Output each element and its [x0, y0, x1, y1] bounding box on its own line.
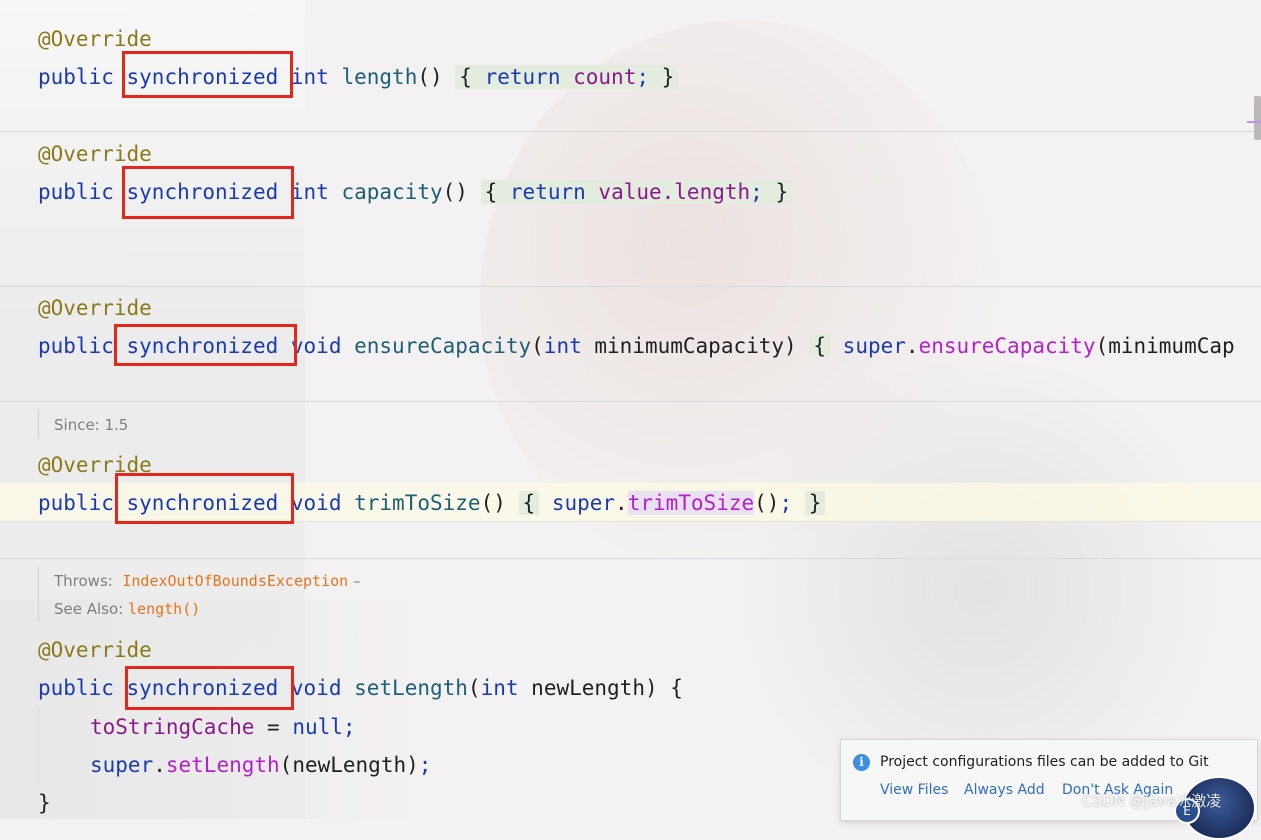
scrollbar-marker: [1247, 121, 1261, 123]
always-add-link[interactable]: Always Add: [964, 782, 1045, 798]
highlight-box-synchronized: [115, 473, 294, 524]
doc-throws: Throws: IndexOutOfBoundsException –: [54, 572, 361, 590]
info-icon: i: [853, 754, 870, 771]
doc-see-also: See Also: length(): [54, 600, 201, 618]
method-separator: [0, 286, 1261, 287]
code-line-annotation[interactable]: @Override: [38, 25, 152, 53]
throws-link[interactable]: IndexOutOfBoundsException: [122, 572, 348, 590]
code-line-annotation[interactable]: @Override: [38, 636, 152, 664]
see-also-link[interactable]: length(): [128, 600, 200, 618]
watermark: CSDN @Java冰激凌: [1082, 792, 1222, 810]
view-files-link[interactable]: View Files: [880, 782, 948, 798]
method-separator: [0, 131, 1261, 132]
highlight-box-synchronized: [114, 324, 297, 366]
doc-since: Since: 1.5: [54, 416, 129, 434]
highlight-box-synchronized: [122, 51, 293, 98]
method-separator: [0, 401, 1261, 402]
doc-comment-rail: [38, 567, 39, 621]
highlight-box-synchronized: [125, 666, 294, 710]
editor-scrollbar-thumb[interactable]: [1254, 96, 1261, 140]
code-line-body[interactable]: super.setLength(newLength);: [90, 751, 431, 779]
code-line-body[interactable]: toStringCache = null;: [90, 713, 356, 741]
code-line-close-brace[interactable]: }: [38, 789, 51, 817]
code-line-annotation[interactable]: @Override: [38, 140, 152, 168]
indent-guide: [38, 708, 39, 784]
code-line-annotation[interactable]: @Override: [38, 294, 152, 322]
notification-message: Project configurations files can be adde…: [880, 754, 1209, 770]
doc-comment-rail: [38, 410, 39, 438]
method-separator: [0, 558, 1261, 559]
highlight-box-synchronized: [122, 166, 294, 219]
